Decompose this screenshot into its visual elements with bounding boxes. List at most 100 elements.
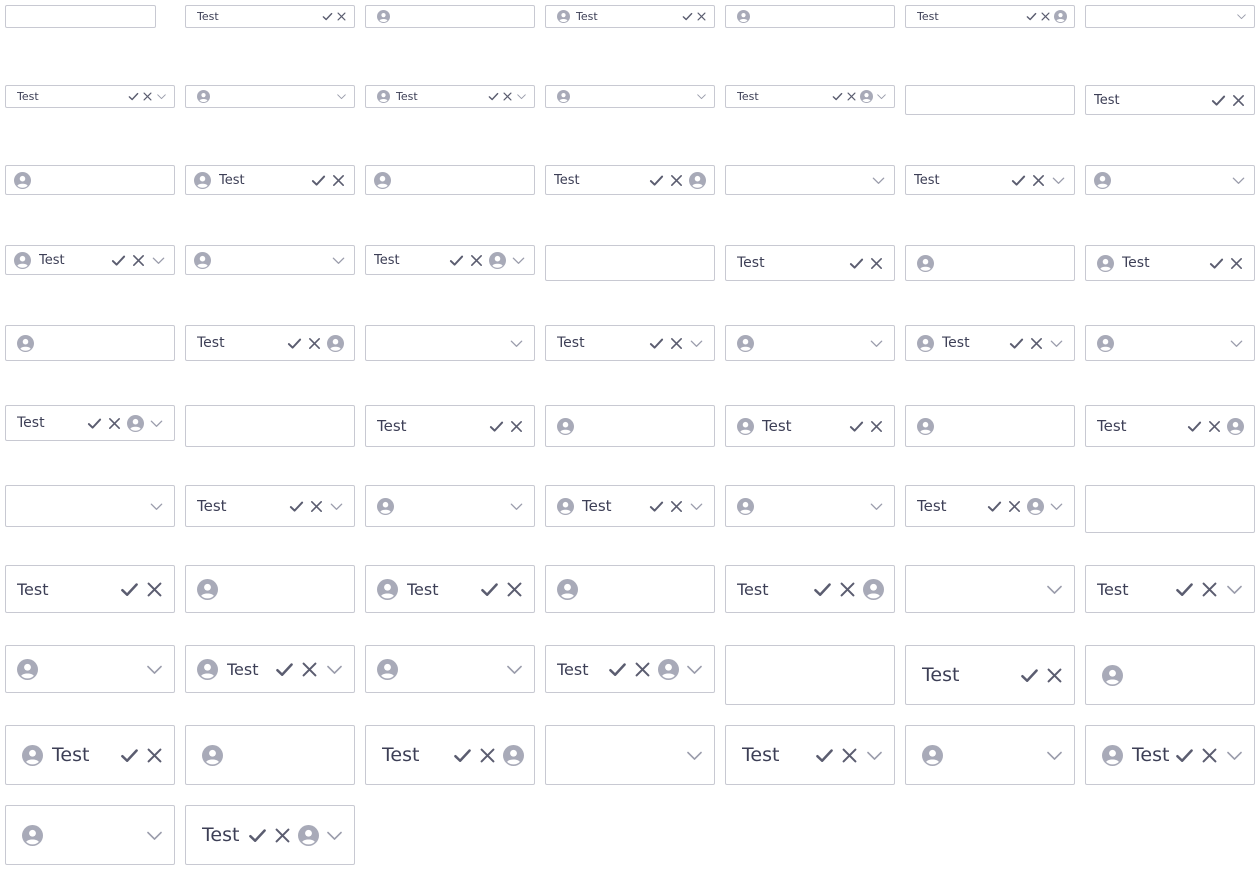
clear-icon[interactable]	[142, 91, 153, 102]
clear-icon[interactable]	[1207, 419, 1222, 434]
clear-icon[interactable]	[696, 11, 707, 22]
chevron-down-icon[interactable]	[149, 499, 164, 514]
select-field[interactable]: Test	[905, 165, 1075, 195]
clear-icon[interactable]	[1200, 746, 1219, 765]
select-field[interactable]: Test	[365, 85, 535, 108]
check-icon[interactable]	[111, 253, 126, 268]
check-icon[interactable]	[449, 253, 464, 268]
select-field[interactable]: Test	[905, 325, 1075, 361]
select-field[interactable]	[5, 485, 175, 527]
chevron-down-icon[interactable]	[145, 826, 164, 845]
check-icon[interactable]	[815, 746, 834, 765]
chevron-down-icon[interactable]	[1225, 746, 1244, 765]
chevron-down-icon[interactable]	[1045, 746, 1064, 765]
check-icon[interactable]	[849, 419, 864, 434]
chevron-down-icon[interactable]	[1236, 11, 1247, 22]
check-icon[interactable]	[488, 91, 499, 102]
chevron-down-icon[interactable]	[156, 91, 167, 102]
select-field[interactable]: Test	[545, 645, 715, 693]
check-icon[interactable]	[608, 660, 627, 679]
select-field[interactable]: Test	[185, 805, 355, 865]
check-icon[interactable]	[682, 11, 693, 22]
clear-icon[interactable]	[669, 336, 684, 351]
check-icon[interactable]	[87, 416, 102, 431]
text-input[interactable]	[545, 565, 715, 613]
text-input[interactable]: Test	[545, 165, 715, 195]
chevron-down-icon[interactable]	[505, 660, 524, 679]
select-field[interactable]: Test	[1085, 725, 1255, 785]
check-icon[interactable]	[489, 419, 504, 434]
chevron-down-icon[interactable]	[685, 746, 704, 765]
check-icon[interactable]	[649, 173, 664, 188]
select-field[interactable]	[365, 485, 535, 527]
check-icon[interactable]	[1175, 746, 1194, 765]
select-field[interactable]	[365, 645, 535, 693]
chevron-down-icon[interactable]	[865, 746, 884, 765]
select-field[interactable]	[725, 165, 895, 195]
clear-icon[interactable]	[478, 746, 497, 765]
text-input[interactable]: Test	[725, 565, 895, 613]
clear-icon[interactable]	[869, 419, 884, 434]
text-input[interactable]	[5, 325, 175, 361]
text-input[interactable]	[1085, 645, 1255, 705]
text-input[interactable]: Test	[1085, 85, 1255, 115]
select-field[interactable]: Test	[905, 485, 1075, 527]
text-input[interactable]	[185, 725, 355, 785]
clear-icon[interactable]	[869, 256, 884, 271]
clear-icon[interactable]	[145, 580, 164, 599]
check-icon[interactable]	[120, 580, 139, 599]
select-field[interactable]: Test	[185, 485, 355, 527]
select-field[interactable]	[545, 85, 715, 108]
check-icon[interactable]	[480, 580, 499, 599]
select-field[interactable]	[905, 565, 1075, 613]
select-field[interactable]: Test	[725, 725, 895, 785]
chevron-down-icon[interactable]	[1231, 173, 1246, 188]
chevron-down-icon[interactable]	[151, 253, 166, 268]
select-field[interactable]: Test	[5, 405, 175, 441]
clear-icon[interactable]	[1007, 499, 1022, 514]
text-input[interactable]	[185, 565, 355, 613]
clear-icon[interactable]	[1231, 93, 1246, 108]
chevron-down-icon[interactable]	[329, 499, 344, 514]
check-icon[interactable]	[287, 336, 302, 351]
clear-icon[interactable]	[331, 173, 346, 188]
chevron-down-icon[interactable]	[1051, 173, 1066, 188]
select-field[interactable]	[5, 645, 175, 693]
select-field[interactable]	[725, 485, 895, 527]
select-field[interactable]: Test	[545, 325, 715, 361]
text-input[interactable]: Test	[905, 5, 1075, 28]
text-input[interactable]: Test	[725, 405, 895, 447]
clear-icon[interactable]	[502, 91, 513, 102]
select-field[interactable]	[5, 805, 175, 865]
text-input[interactable]	[905, 405, 1075, 447]
check-icon[interactable]	[1011, 173, 1026, 188]
clear-icon[interactable]	[838, 580, 857, 599]
check-icon[interactable]	[987, 499, 1002, 514]
clear-icon[interactable]	[145, 746, 164, 765]
clear-icon[interactable]	[273, 826, 292, 845]
clear-icon[interactable]	[840, 746, 859, 765]
select-field[interactable]: Test	[725, 85, 895, 108]
select-field[interactable]	[1085, 325, 1255, 361]
select-field[interactable]	[1085, 165, 1255, 195]
chevron-down-icon[interactable]	[1225, 580, 1244, 599]
check-icon[interactable]	[832, 91, 843, 102]
check-icon[interactable]	[649, 336, 664, 351]
text-input[interactable]	[545, 245, 715, 281]
check-icon[interactable]	[1187, 419, 1202, 434]
text-input[interactable]	[365, 5, 535, 28]
check-icon[interactable]	[311, 173, 326, 188]
select-field[interactable]: Test	[5, 245, 175, 275]
chevron-down-icon[interactable]	[685, 660, 704, 679]
clear-icon[interactable]	[1200, 580, 1219, 599]
check-icon[interactable]	[289, 499, 304, 514]
text-input[interactable]: Test	[1085, 245, 1255, 281]
check-icon[interactable]	[1026, 11, 1037, 22]
select-field[interactable]	[1085, 5, 1255, 28]
clear-icon[interactable]	[509, 419, 524, 434]
clear-icon[interactable]	[300, 660, 319, 679]
select-field[interactable]	[365, 325, 535, 361]
chevron-down-icon[interactable]	[325, 826, 344, 845]
select-field[interactable]	[185, 245, 355, 275]
chevron-down-icon[interactable]	[509, 499, 524, 514]
